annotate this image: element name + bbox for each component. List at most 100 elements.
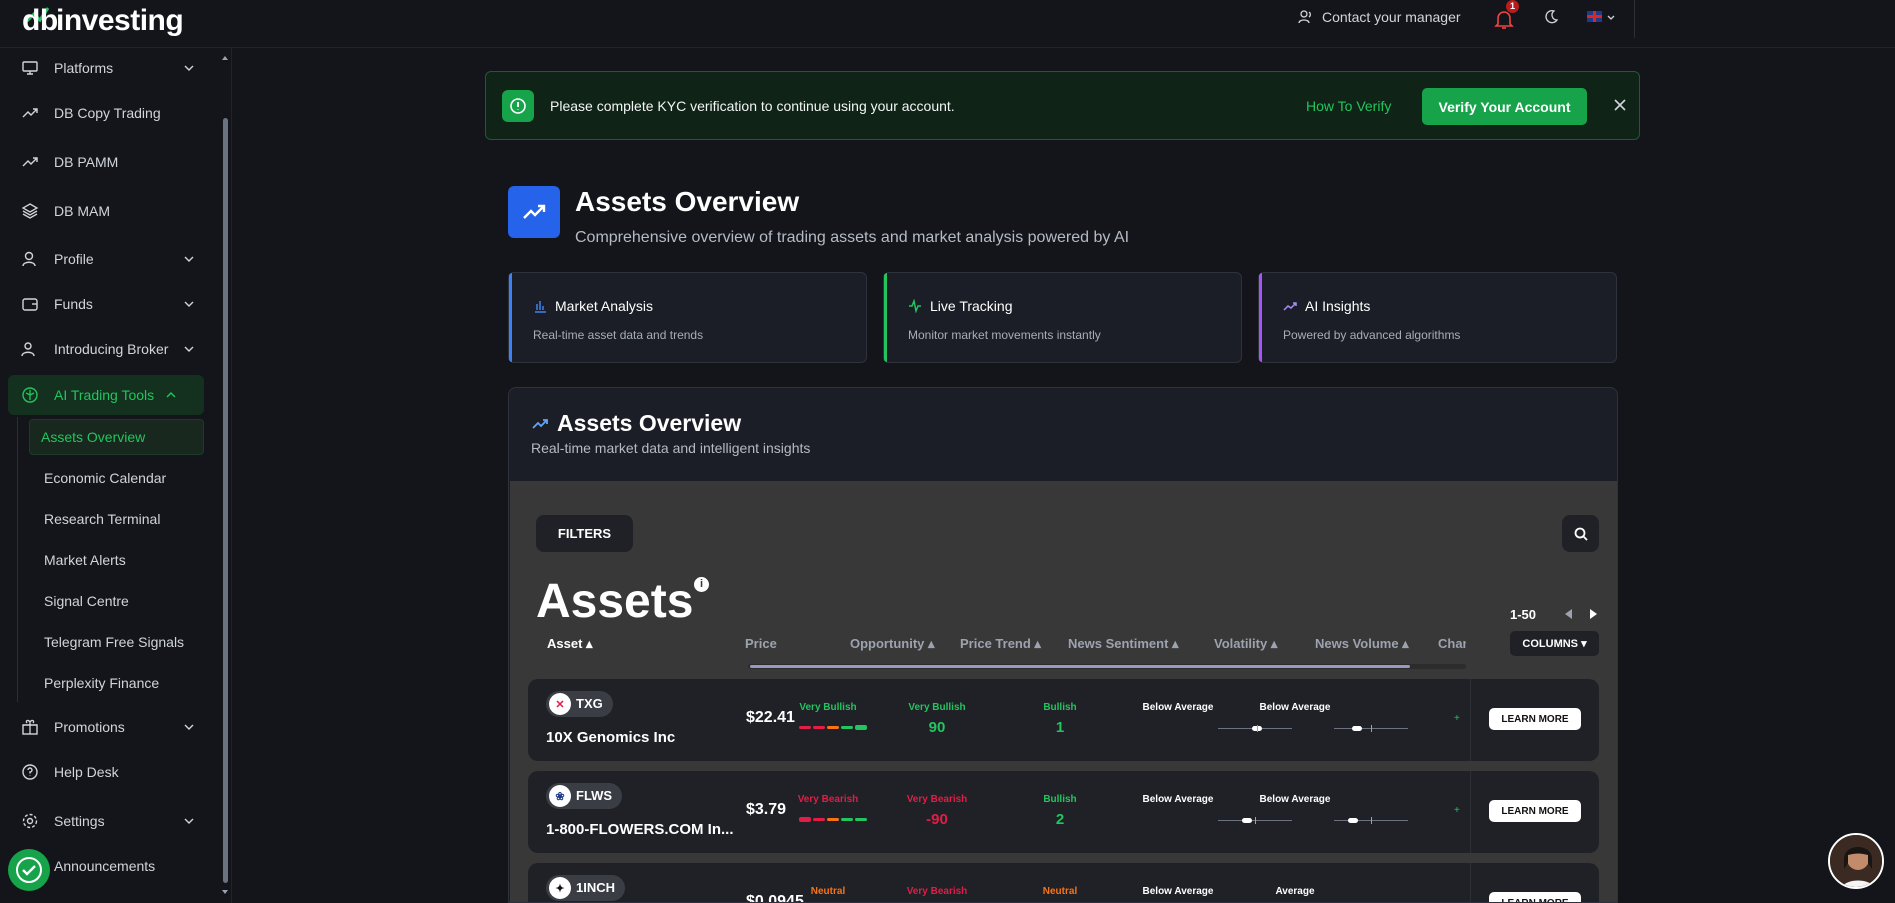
sidebar: Platforms DB Copy Trading DB PAMM DB MAM… <box>0 48 232 903</box>
sidebar-item-introducing-broker[interactable]: Introducing Broker <box>20 331 195 367</box>
contact-manager-link[interactable]: Contact your manager <box>1298 9 1461 25</box>
bar-chart-icon <box>535 301 546 313</box>
row-divider <box>1470 679 1471 761</box>
column-header-news-sentiment[interactable]: News Sentiment ▴ <box>1068 636 1179 652</box>
sidebar-item-db-copy-trading[interactable]: DB Copy Trading <box>20 95 195 131</box>
price-trend-label: Very Bearish <box>906 794 968 805</box>
opportunity-label: Very Bullish <box>799 702 857 713</box>
feature-card-live-tracking: Live Tracking Monitor market movements i… <box>883 272 1242 363</box>
card-description: Powered by advanced algorithms <box>1283 328 1461 342</box>
trend-icon <box>20 103 40 123</box>
support-agent-avatar[interactable] <box>1828 833 1884 889</box>
table-row[interactable]: TXG ✕ 10X Genomics Inc $22.41 Very Bulli… <box>528 679 1599 761</box>
verify-account-button[interactable]: Verify Your Account <box>1422 88 1587 125</box>
alert-icon <box>502 90 534 122</box>
learn-more-button[interactable]: LEARN MORE <box>1489 892 1581 902</box>
chevron-up-icon <box>166 392 176 398</box>
sidebar-item-label: Profile <box>54 251 94 267</box>
table-row[interactable]: 1INCH ✦ $0.0945 Neutral Very Bearish Neu… <box>528 863 1599 902</box>
sidebar-item-label: Funds <box>54 296 93 312</box>
news-volume-label: Average <box>1275 886 1315 897</box>
volatility-meter <box>1218 725 1292 732</box>
horizontal-scrollbar-thumb[interactable] <box>750 665 1410 668</box>
trend-up-icon <box>532 418 548 429</box>
panel-subtitle: Real-time market data and intelligent in… <box>531 440 811 456</box>
table-row[interactable]: FLWS ❀ 1-800-FLOWERS.COM In... $3.79 Ver… <box>528 771 1599 853</box>
learn-more-button[interactable]: LEARN MORE <box>1489 800 1581 822</box>
sidebar-item-help-desk[interactable]: Help Desk <box>20 754 195 790</box>
news-sentiment-label: Bullish <box>1043 794 1077 805</box>
submenu-item-assets-overview[interactable]: Assets Overview <box>41 429 145 445</box>
card-description: Real-time asset data and trends <box>533 328 704 342</box>
sidebar-item-ai-trading-tools[interactable]: AI Trading Tools <box>20 377 195 413</box>
app-root: db investing Contact your manager 1 Plat… <box>0 0 1895 903</box>
sidebar-item-label: Promotions <box>54 719 125 735</box>
user-icon <box>20 249 40 269</box>
price-trend-label: Very Bullish <box>908 702 966 713</box>
column-header-change[interactable]: Chan <box>1438 636 1466 651</box>
column-header-asset[interactable]: Asset ▴ <box>547 636 593 652</box>
sidebar-item-db-pamm[interactable]: DB PAMM <box>20 144 195 180</box>
column-header-news-volume[interactable]: News Volume ▴ <box>1315 636 1409 652</box>
opportunity-meter <box>799 817 867 822</box>
learn-more-button[interactable]: LEARN MORE <box>1489 708 1581 730</box>
chevron-down-icon <box>184 724 194 730</box>
sidebar-item-label: Announcements <box>54 858 156 874</box>
svg-text:db: db <box>22 4 58 37</box>
contact-manager-label: Contact your manager <box>1322 9 1461 25</box>
card-title: Live Tracking <box>930 298 1013 314</box>
column-header-price-trend[interactable]: Price Trend ▴ <box>960 636 1041 652</box>
columns-button[interactable]: COLUMNS ▾ <box>1510 631 1599 656</box>
activity-icon <box>909 299 921 313</box>
sidebar-item-db-mam[interactable]: DB MAM <box>20 193 195 229</box>
monitor-icon <box>20 58 40 78</box>
help-icon <box>20 762 40 782</box>
submenu-item-signal-centre[interactable]: Signal Centre <box>44 593 129 609</box>
sidebar-item-label: Help Desk <box>54 764 119 780</box>
row-divider <box>1470 863 1471 902</box>
gear-icon <box>20 811 40 831</box>
news-volume-meter <box>1334 725 1408 732</box>
top-divider <box>1634 0 1635 38</box>
flws-logo-icon: ❀ <box>549 785 571 807</box>
search-button[interactable] <box>1562 515 1599 552</box>
submenu-item-perplexity-finance[interactable]: Perplexity Finance <box>44 675 159 691</box>
info-icon[interactable]: i <box>694 577 709 592</box>
card-description: Monitor market movements instantly <box>908 328 1101 342</box>
pagination-range: 1-50 <box>1510 607 1537 622</box>
submenu-item-market-alerts[interactable]: Market Alerts <box>44 552 126 568</box>
submenu-item-research-terminal[interactable]: Research Terminal <box>44 511 160 527</box>
next-page-icon[interactable] <box>1586 607 1600 621</box>
volatility-label: Below Average <box>1142 702 1214 713</box>
submenu-item-telegram-free-signals[interactable]: Telegram Free Signals <box>44 634 184 650</box>
how-to-verify-link[interactable]: How To Verify <box>1306 98 1391 114</box>
trend-icon <box>1283 302 1297 311</box>
column-header-volatility[interactable]: Volatility ▴ <box>1214 636 1277 652</box>
price-trend-value: -90 <box>926 811 948 828</box>
chevron-down-icon <box>184 301 194 307</box>
sidebar-item-profile[interactable]: Profile <box>20 241 195 277</box>
close-icon[interactable] <box>1612 97 1628 113</box>
users-icon <box>20 339 40 359</box>
wallet-icon <box>20 294 40 314</box>
feature-card-market-analysis: Market Analysis Real-time asset data and… <box>508 272 867 363</box>
sidebar-item-funds[interactable]: Funds <box>20 286 195 322</box>
accessibility-assist-button[interactable] <box>8 849 50 891</box>
prev-page-icon[interactable] <box>1562 607 1576 621</box>
kyc-message: Please complete KYC verification to cont… <box>550 98 955 114</box>
column-header-price[interactable]: Price <box>745 636 777 651</box>
sidebar-item-settings[interactable]: Settings <box>20 803 195 839</box>
filters-button[interactable]: FILTERS <box>536 515 633 552</box>
sidebar-scrollbar-thumb[interactable] <box>223 118 228 883</box>
opportunity-label: Very Bearish <box>797 794 859 805</box>
language-selector[interactable] <box>1587 11 1616 22</box>
card-accent <box>509 273 512 362</box>
moon-icon[interactable] <box>1543 9 1559 25</box>
brand-logo[interactable]: db investing <box>22 2 200 46</box>
sidebar-item-platforms[interactable]: Platforms <box>20 50 195 86</box>
news-volume-label: Below Average <box>1259 702 1331 713</box>
card-title: AI Insights <box>1305 298 1371 314</box>
submenu-item-economic-calendar[interactable]: Economic Calendar <box>44 470 166 486</box>
sidebar-item-promotions[interactable]: Promotions <box>20 709 195 745</box>
column-header-opportunity[interactable]: Opportunity ▴ <box>850 636 935 652</box>
